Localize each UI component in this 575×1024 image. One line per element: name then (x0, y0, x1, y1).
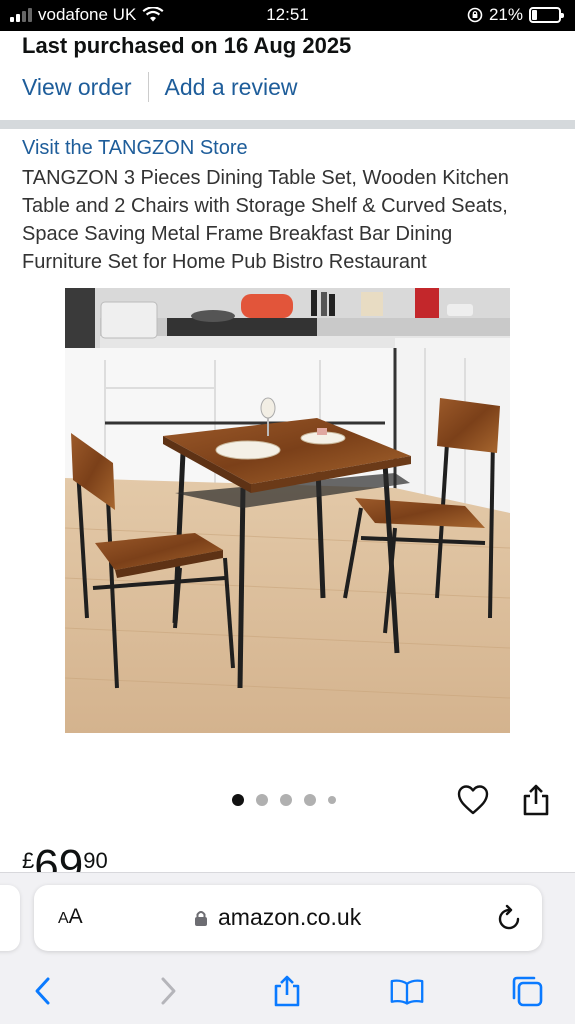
carousel-dot[interactable] (256, 794, 268, 806)
share-icon[interactable] (270, 974, 304, 1008)
last-purchased-text: Last purchased on 16 Aug 2025 (22, 33, 352, 58)
section-divider (0, 120, 575, 129)
bookmarks-icon[interactable] (390, 974, 424, 1008)
battery-icon (529, 7, 564, 23)
title-line: Table and 2 Chairs with Storage Shelf & … (22, 195, 508, 217)
status-bar: vodafone UK 12:51 21% (0, 0, 575, 31)
carousel-dot[interactable] (328, 796, 336, 804)
price-currency: £ (22, 848, 35, 873)
share-icon[interactable] (520, 783, 552, 817)
store-link[interactable]: Visit the TANGZON Store (22, 137, 248, 160)
previous-tab-card[interactable] (0, 885, 20, 951)
address-bar[interactable]: AA amazon.co.uk (34, 885, 542, 951)
forward-icon[interactable] (151, 974, 185, 1008)
link-separator (147, 72, 149, 102)
add-review-link[interactable]: Add a review (165, 74, 298, 101)
title-line: Furniture Set for Home Pub Bistro Restau… (22, 251, 427, 273)
carousel-dot[interactable] (280, 794, 292, 806)
text-size-button[interactable]: AA (58, 905, 83, 929)
orientation-lock-icon (467, 7, 483, 23)
image-carousel-dots[interactable] (232, 794, 336, 806)
title-line: TANGZON 3 Pieces Dining Table Set, Woode… (22, 167, 509, 189)
reload-icon[interactable] (496, 904, 522, 932)
carousel-dot[interactable] (304, 794, 316, 806)
browser-toolbar (0, 966, 575, 1016)
carousel-dot[interactable] (232, 794, 244, 806)
product-title[interactable]: TANGZON 3 Pieces Dining Table Set, Woode… (22, 164, 557, 276)
heart-icon[interactable] (456, 783, 490, 817)
order-actions: View order Add a review (22, 72, 298, 102)
price-fraction: 90 (83, 848, 108, 873)
product-image[interactable] (65, 288, 510, 733)
title-line: Space Saving Metal Frame Breakfast Bar D… (22, 223, 453, 245)
tabs-icon[interactable] (510, 974, 544, 1008)
price-whole: 69 (34, 842, 84, 875)
back-icon[interactable] (26, 974, 60, 1008)
url-text[interactable]: amazon.co.uk (218, 904, 361, 931)
product-price: £ 69 90 (22, 842, 108, 875)
view-order-link[interactable]: View order (22, 74, 132, 101)
lock-icon (195, 910, 207, 926)
battery-percent: 21% (488, 5, 523, 24)
